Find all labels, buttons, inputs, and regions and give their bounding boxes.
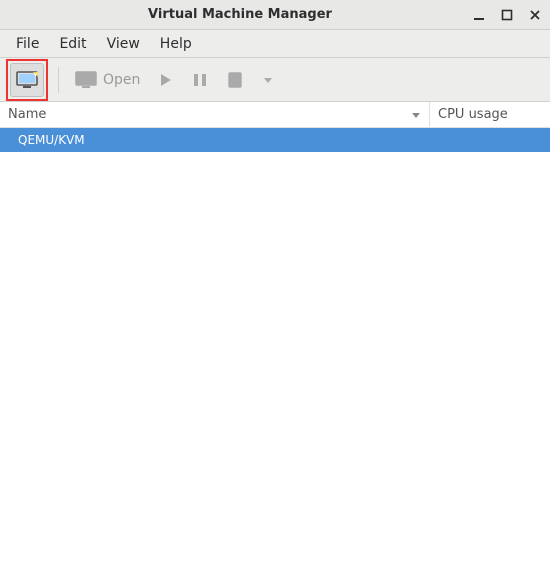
shutdown-icon	[226, 71, 244, 89]
titlebar: Virtual Machine Manager	[0, 0, 550, 30]
shutdown-button[interactable]	[220, 63, 250, 97]
menubar: File Edit View Help	[0, 30, 550, 58]
open-label: Open	[103, 72, 140, 88]
close-button[interactable]	[528, 8, 542, 22]
minimize-button[interactable]	[472, 8, 486, 22]
highlight-box	[6, 59, 48, 101]
column-headers: Name CPU usage	[0, 102, 550, 128]
chevron-down-icon	[262, 74, 274, 86]
sort-desc-icon	[411, 110, 421, 120]
run-button[interactable]	[152, 63, 180, 97]
monitor-icon	[75, 70, 97, 90]
vm-list[interactable]: QEMU/KVM	[0, 128, 550, 584]
app-window: Virtual Machine Manager File Edit View H…	[0, 0, 550, 584]
menu-edit[interactable]: Edit	[51, 32, 94, 56]
pause-icon	[192, 72, 208, 88]
play-icon	[158, 72, 174, 88]
new-vm-button[interactable]	[10, 63, 44, 97]
window-title: Virtual Machine Manager	[8, 7, 472, 22]
toolbar-separator	[58, 67, 59, 93]
column-header-cpu[interactable]: CPU usage	[430, 102, 550, 127]
window-controls	[472, 8, 542, 22]
maximize-button[interactable]	[500, 8, 514, 22]
column-cpu-label: CPU usage	[438, 107, 508, 122]
pause-button[interactable]	[186, 63, 214, 97]
menu-file[interactable]: File	[8, 32, 47, 56]
toolbar: Open	[0, 58, 550, 102]
shutdown-menu-button[interactable]	[256, 63, 280, 97]
column-header-name[interactable]: Name	[0, 102, 430, 127]
menu-help[interactable]: Help	[152, 32, 200, 56]
menu-view[interactable]: View	[99, 32, 148, 56]
column-name-label: Name	[8, 107, 46, 122]
connection-label: QEMU/KVM	[18, 133, 85, 147]
monitor-new-icon	[16, 70, 38, 90]
open-button[interactable]: Open	[69, 63, 146, 97]
connection-row[interactable]: QEMU/KVM	[0, 128, 550, 152]
